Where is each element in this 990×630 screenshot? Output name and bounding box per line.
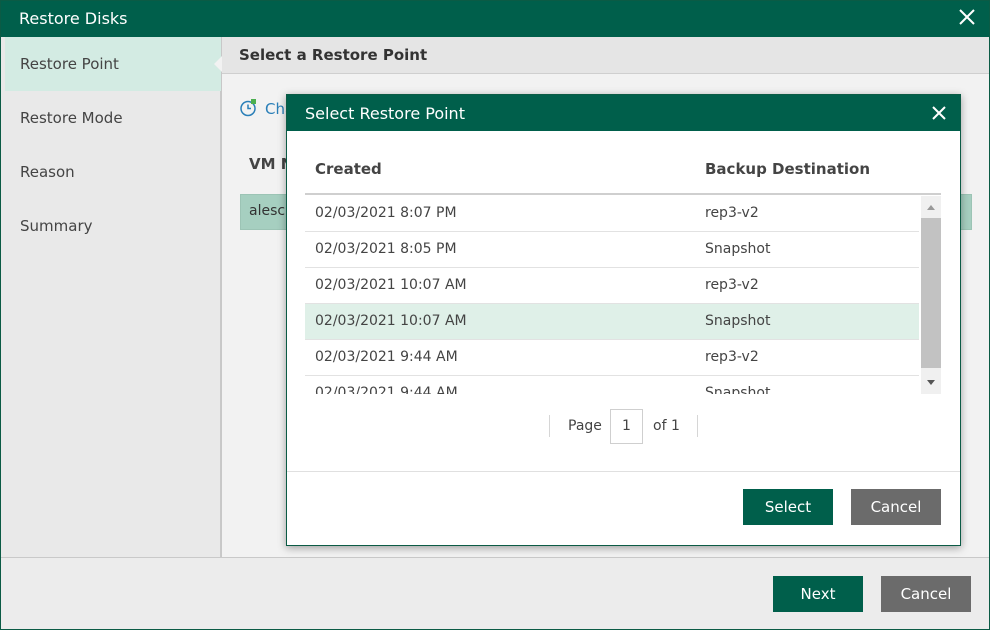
step-summary[interactable]: Summary xyxy=(5,199,221,253)
pager-divider xyxy=(549,415,550,437)
next-button[interactable]: Next xyxy=(773,576,863,612)
table-row[interactable]: 02/03/2021 8:05 PM Snapshot xyxy=(305,232,919,268)
page-number-input[interactable]: 1 xyxy=(610,409,643,444)
restore-points-table-header: Created Backup Destination xyxy=(305,151,941,195)
clock-icon xyxy=(239,99,257,117)
scroll-down-arrow-icon[interactable] xyxy=(921,374,941,392)
vertical-scrollbar[interactable] xyxy=(921,196,941,394)
created-cell: 02/03/2021 9:44 AM xyxy=(315,349,458,365)
column-backup-destination[interactable]: Backup Destination xyxy=(705,160,870,178)
dialog-title: Select Restore Point xyxy=(305,104,465,123)
table-row[interactable]: 02/03/2021 10:07 AM rep3-v2 xyxy=(305,268,919,304)
table-row[interactable]: 02/03/2021 9:44 AM Snapshot xyxy=(305,376,919,394)
scroll-up-arrow-icon[interactable] xyxy=(921,198,941,216)
table-row[interactable]: 02/03/2021 9:44 AM rep3-v2 xyxy=(305,340,919,376)
dialog-titlebar: Select Restore Point xyxy=(287,95,960,131)
cancel-button[interactable]: Cancel xyxy=(881,576,971,612)
scrollbar-thumb[interactable] xyxy=(921,218,941,368)
step-restore-point[interactable]: Restore Point xyxy=(5,37,222,91)
window-title: Restore Disks xyxy=(19,9,128,28)
step-title: Select a Restore Point xyxy=(239,46,428,64)
destination-cell: Snapshot xyxy=(705,241,771,257)
select-button[interactable]: Select xyxy=(743,489,833,525)
created-cell: 02/03/2021 9:44 AM xyxy=(315,385,458,394)
step-reason[interactable]: Reason xyxy=(5,145,221,199)
table-row[interactable]: 02/03/2021 8:07 PM rep3-v2 xyxy=(305,196,919,232)
wizard-footer: Next Cancel xyxy=(1,557,989,629)
page-label: Page xyxy=(568,418,602,434)
destination-cell: rep3-v2 xyxy=(705,205,759,221)
step-restore-mode[interactable]: Restore Mode xyxy=(5,91,221,145)
created-cell: 02/03/2021 10:07 AM xyxy=(315,313,467,329)
created-cell: 02/03/2021 10:07 AM xyxy=(315,277,467,293)
destination-cell: rep3-v2 xyxy=(705,349,759,365)
wizard-steps-sidebar: Restore Point Restore Mode Reason Summar… xyxy=(1,37,222,557)
window-titlebar: Restore Disks xyxy=(1,1,989,37)
dialog-divider xyxy=(287,471,960,472)
column-created[interactable]: Created xyxy=(315,160,382,178)
step-header: Select a Restore Point xyxy=(222,37,989,74)
table-row-selected[interactable]: 02/03/2021 10:07 AM Snapshot xyxy=(305,304,919,340)
destination-cell: Snapshot xyxy=(705,313,771,329)
close-icon[interactable] xyxy=(957,7,977,27)
close-icon[interactable] xyxy=(929,103,949,123)
restore-points-table: 02/03/2021 8:07 PM rep3-v2 02/03/2021 8:… xyxy=(305,196,941,394)
destination-cell: Snapshot xyxy=(705,385,771,394)
dialog-cancel-button[interactable]: Cancel xyxy=(851,489,941,525)
page-count-label: of 1 xyxy=(653,418,680,434)
created-cell: 02/03/2021 8:05 PM xyxy=(315,241,457,257)
created-cell: 02/03/2021 8:07 PM xyxy=(315,205,457,221)
pager-divider xyxy=(697,415,698,437)
destination-cell: rep3-v2 xyxy=(705,277,759,293)
select-restore-point-dialog: Select Restore Point Created Backup Dest… xyxy=(286,94,961,546)
